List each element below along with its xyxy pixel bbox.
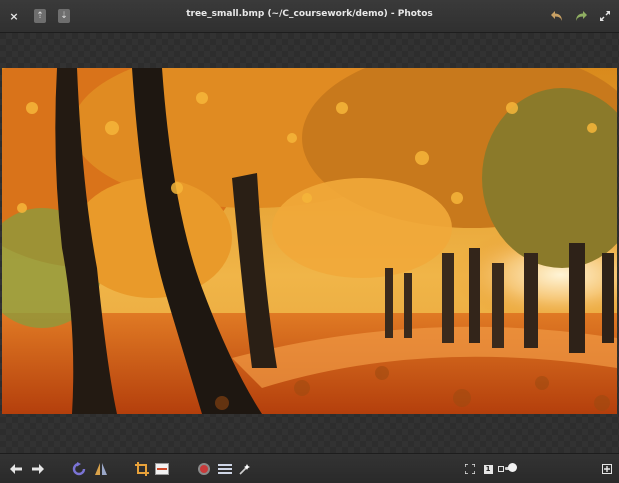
bottom-toolbar: 1	[0, 453, 619, 483]
redo-icon[interactable]	[573, 8, 589, 24]
zoom-out-glyph	[498, 466, 504, 472]
zoom-100-icon[interactable]: 1	[480, 461, 496, 477]
image-canvas	[0, 33, 619, 453]
back-icon[interactable]	[8, 461, 24, 477]
zoom-in-icon[interactable]	[599, 461, 615, 477]
enhance-icon[interactable]	[237, 461, 253, 477]
forward-icon[interactable]	[30, 461, 46, 477]
zoom-100-label: 1	[483, 464, 493, 474]
fullscreen-icon[interactable]	[597, 8, 613, 24]
window-title: tree_small.bmp (~/C_coursework/demo) - P…	[186, 9, 433, 19]
straighten-icon[interactable]	[154, 461, 170, 477]
photo-autumn-trees	[2, 68, 617, 414]
zoom-out-icon[interactable]	[498, 461, 504, 477]
adjust-icon[interactable]	[217, 461, 233, 477]
zoom-fit-icon[interactable]	[462, 461, 478, 477]
title-bar: × ⇡ ⇣ tree_small.bmp (~/C_coursework/dem…	[0, 0, 619, 33]
rotate-icon[interactable]	[71, 461, 87, 477]
crop-icon[interactable]	[134, 461, 150, 477]
zoom-slider[interactable]	[508, 463, 517, 472]
flip-icon[interactable]	[93, 461, 109, 477]
undo-icon[interactable]	[549, 8, 565, 24]
red-eye-icon[interactable]	[196, 461, 212, 477]
